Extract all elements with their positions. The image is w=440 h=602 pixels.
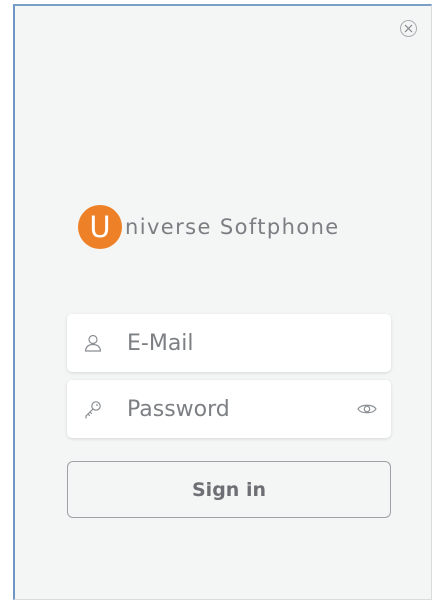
password-field-container [67,380,391,438]
close-button[interactable] [400,20,417,37]
eye-icon[interactable] [357,402,377,416]
password-input[interactable] [127,380,347,438]
user-icon [84,334,102,352]
email-input[interactable] [127,314,347,372]
key-icon [85,401,101,419]
logo-badge: U [78,205,122,249]
app-logo: U niverse Softphone [78,205,340,249]
login-window: U niverse Softphone Sign in [13,4,432,600]
sign-in-button[interactable]: Sign in [67,461,391,518]
logo-text: niverse Softphone [125,215,340,239]
close-icon [404,24,413,33]
email-field-container [67,314,391,372]
